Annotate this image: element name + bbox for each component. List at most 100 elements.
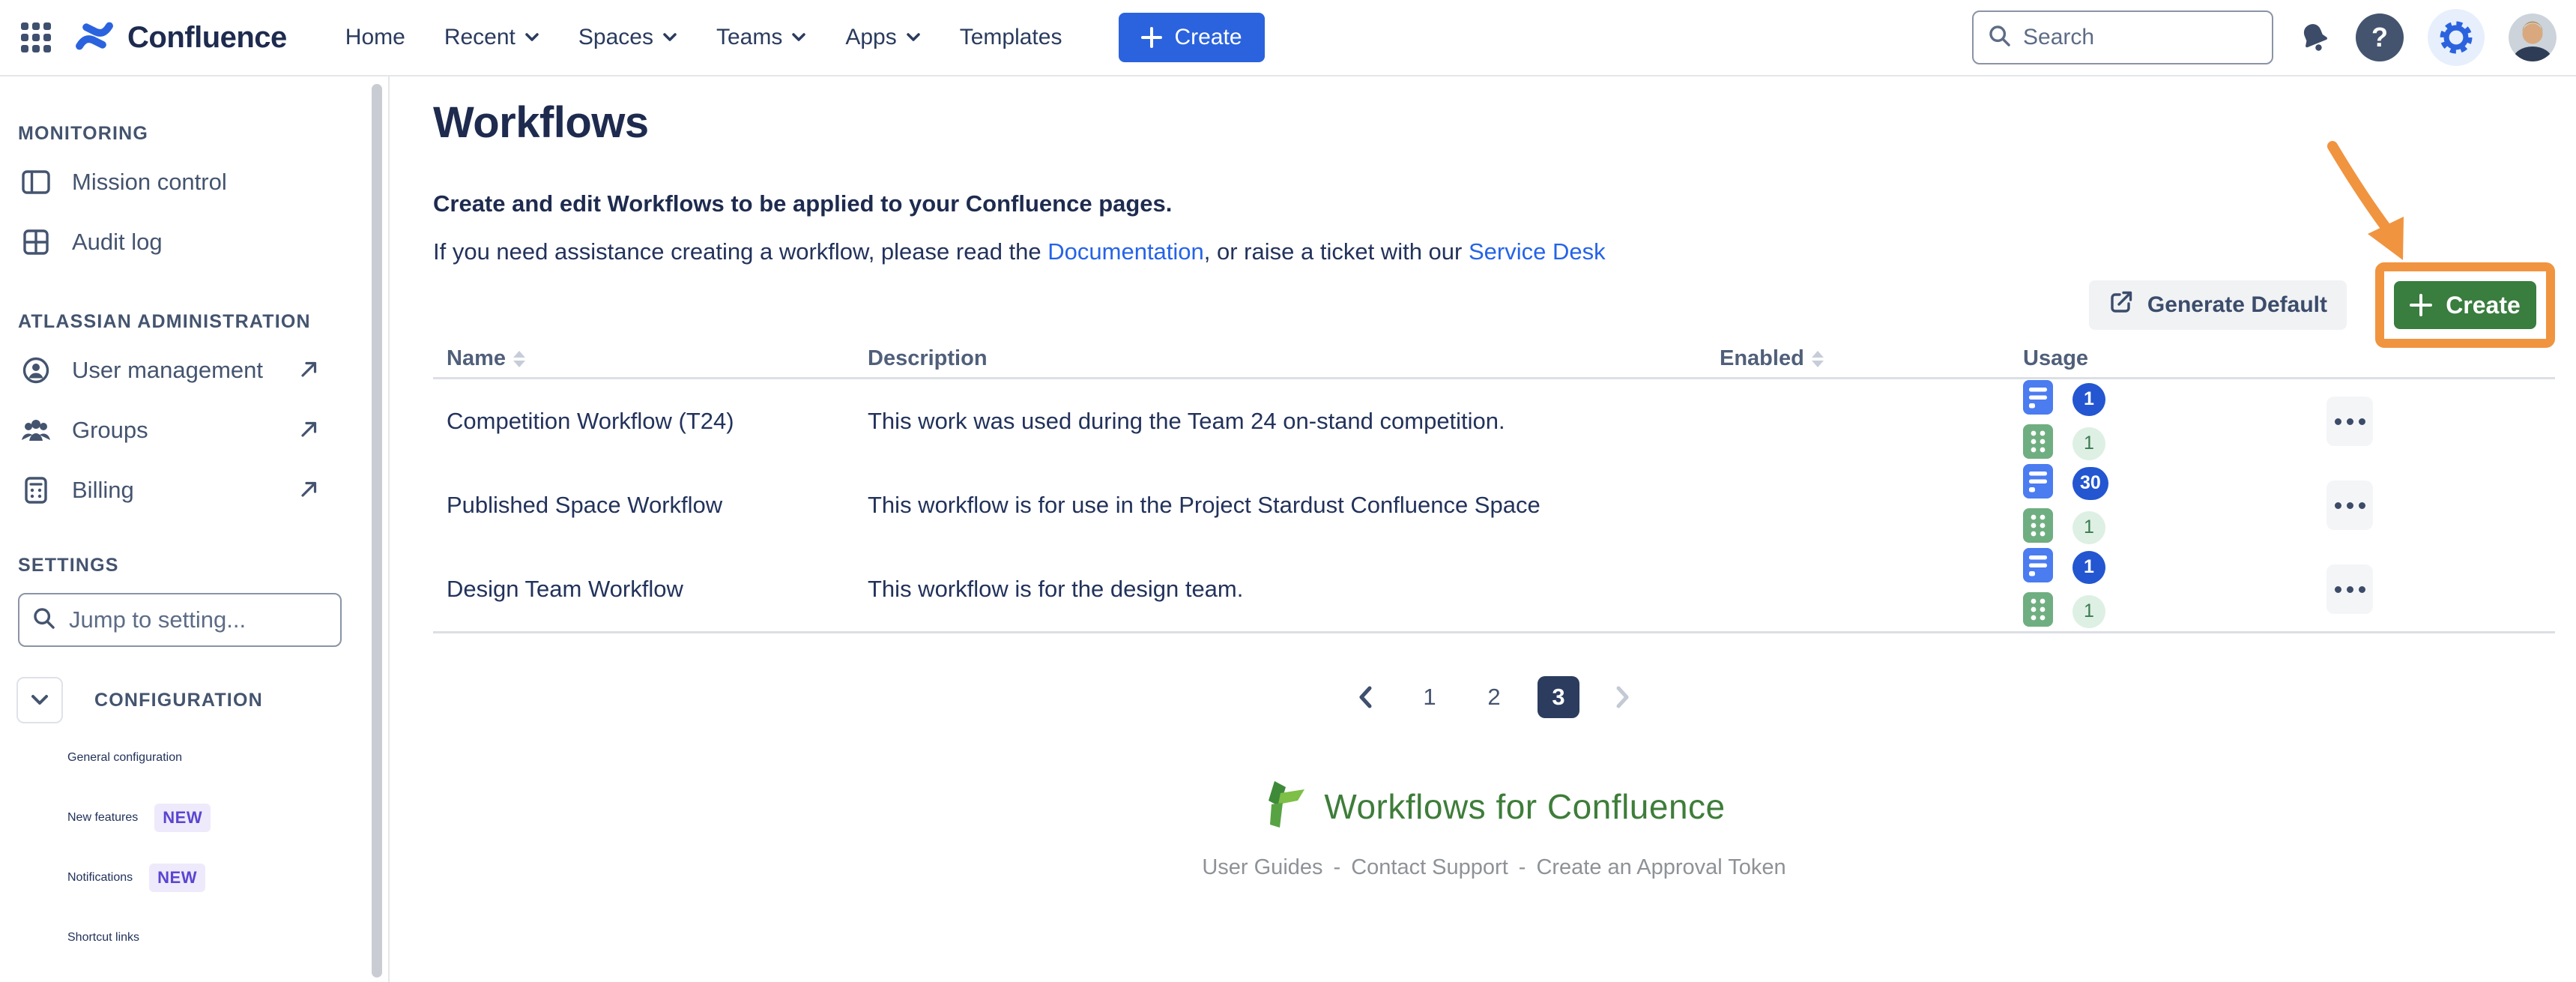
page-subtitle: Create and edit Workflows to be applied … (433, 190, 1172, 217)
annotation-highlight-box: Create (2375, 262, 2555, 348)
workflow-description: This workflow is for the design team. (868, 576, 1720, 603)
new-badge: NEW (154, 804, 211, 832)
workflows-table: Name Description Enabled Usage Competiti… (433, 340, 2555, 633)
confluence-admin-screen: Confluence Home Recent Spaces Teams (0, 0, 2576, 982)
page-help-text: If you need assistance creating a workfl… (433, 238, 1606, 265)
sidebar-scrollbar[interactable] (372, 84, 382, 978)
plugin-footer: Workflows for Confluence User Guides-Con… (433, 780, 2555, 880)
nav-item-recent[interactable]: Recent (444, 25, 539, 50)
row-actions-menu-button[interactable] (2326, 397, 2373, 446)
sidebar-item-groups[interactable]: Groups (0, 400, 388, 460)
page-1-button[interactable]: 1 (1409, 676, 1451, 718)
sidebar-section-configuration: CONFIGURATION (94, 690, 263, 711)
next-page-icon[interactable] (1602, 676, 1644, 718)
page-2-button[interactable]: 2 (1473, 676, 1515, 718)
column-header-name[interactable]: Name (433, 346, 868, 371)
settings-gear-icon[interactable] (2428, 9, 2485, 66)
table-body: Competition Workflow (T24) This work was… (433, 379, 2555, 633)
nav-create-button[interactable]: Create (1119, 13, 1264, 62)
create-approval-token-link[interactable]: Create an Approval Token (1536, 855, 1786, 879)
nav-right-cluster: ? (1972, 9, 2557, 66)
nav-item-spaces[interactable]: Spaces (578, 25, 677, 50)
nav-item-apps[interactable]: Apps (845, 25, 920, 50)
sort-icon (1812, 351, 1824, 367)
help-icon[interactable]: ? (2356, 13, 2404, 61)
page-3-button-current[interactable]: 3 (1538, 676, 1579, 718)
search-icon (31, 606, 57, 635)
nav-item-templates[interactable]: Templates (960, 25, 1062, 50)
sidebar-section-monitoring: MONITORING (18, 123, 388, 145)
spaces-icon (2023, 424, 2053, 463)
contact-support-link[interactable]: Contact Support (1351, 855, 1508, 879)
row-actions-menu-button[interactable] (2326, 481, 2373, 530)
sidebar-item-user-management[interactable]: User management (0, 340, 388, 400)
chevron-down-icon (662, 32, 677, 43)
page-title: Workflows (433, 97, 649, 148)
column-header-description: Description (868, 346, 1720, 371)
column-header-usage: Usage (2023, 346, 2315, 371)
confluence-logo-icon (73, 16, 115, 59)
usage-cell: 30 1 (2023, 464, 2315, 546)
row-actions-menu-button[interactable] (2326, 564, 2373, 614)
space-usage-badge: 1 (2072, 595, 2105, 628)
sidebar-section-admin: ATLASSIAN ADMINISTRATION (18, 311, 388, 333)
user-guides-link[interactable]: User Guides (1202, 855, 1322, 879)
app-name: Confluence (127, 21, 287, 55)
export-icon (2108, 289, 2134, 321)
table-row: Design Team Workflow This workflow is fo… (433, 547, 2555, 631)
mission-control-icon (19, 169, 52, 195)
spaces-icon (2023, 592, 2053, 630)
column-header-enabled[interactable]: Enabled (1720, 346, 2023, 371)
pages-icon (2023, 380, 2053, 418)
footer-brand-title: Workflows for Confluence (1324, 786, 1725, 827)
app-switcher-icon[interactable] (21, 22, 51, 52)
sidebar-item-shortcut-links[interactable]: Shortcut links (0, 908, 388, 968)
workflow-name: Competition Workflow (T24) (433, 408, 868, 435)
configuration-section-header: CONFIGURATION (16, 677, 388, 723)
confluence-home-link[interactable]: Confluence (73, 16, 287, 59)
jump-to-setting-input[interactable] (69, 606, 328, 633)
sidebar-item-billing[interactable]: Billing (0, 460, 388, 520)
new-badge: NEW (149, 864, 205, 892)
sidebar-item-mission-control[interactable]: Mission control (0, 152, 388, 212)
table-row: Competition Workflow (T24) This work was… (433, 379, 2555, 463)
chevron-down-icon (906, 32, 921, 43)
external-link-icon (300, 359, 319, 382)
create-workflow-button[interactable]: Create (2394, 281, 2536, 329)
chevron-down-icon (791, 32, 806, 43)
sidebar-item-general-configuration[interactable]: General configuration (0, 728, 388, 788)
user-avatar[interactable] (2509, 13, 2557, 61)
plus-icon (2410, 294, 2432, 316)
collapse-configuration-button[interactable] (16, 677, 63, 723)
generate-default-button[interactable]: Generate Default (2089, 280, 2347, 330)
annotation-arrow (2309, 121, 2444, 271)
admin-sidebar: MONITORING Mission control Audit log ATL… (0, 76, 390, 982)
workflow-description: This workflow is for use in the Project … (868, 492, 1720, 519)
sidebar-item-audit-log[interactable]: Audit log (0, 212, 388, 272)
plus-icon (1141, 27, 1162, 48)
top-navigation: Confluence Home Recent Spaces Teams (0, 0, 2576, 76)
sidebar-item-new-features[interactable]: New features NEW (0, 788, 388, 848)
page-usage-badge: 30 (2072, 467, 2108, 500)
service-desk-link[interactable]: Service Desk (1469, 238, 1606, 265)
billing-icon (19, 476, 52, 504)
chevron-down-icon (524, 32, 539, 43)
pages-icon (2023, 464, 2053, 502)
previous-page-icon[interactable] (1344, 676, 1386, 718)
usage-cell: 1 1 (2023, 548, 2315, 630)
search-icon (1987, 23, 2013, 52)
workflow-description: This work was used during the Team 24 on… (868, 408, 1720, 435)
external-link-icon (300, 479, 319, 502)
external-link-icon (300, 419, 319, 442)
sort-icon (513, 351, 525, 367)
footer-links: User Guides-Contact Support-Create an Ap… (433, 855, 2555, 880)
table-header-row: Name Description Enabled Usage (433, 340, 2555, 379)
nav-item-teams[interactable]: Teams (716, 25, 806, 50)
page-usage-badge: 1 (2072, 383, 2105, 416)
sidebar-section-settings: SETTINGS (18, 555, 388, 576)
sidebar-item-notifications[interactable]: Notifications NEW (0, 848, 388, 908)
nav-item-home[interactable]: Home (345, 25, 405, 50)
notifications-bell-icon[interactable] (2297, 20, 2332, 55)
search-input[interactable] (2023, 25, 2258, 50)
documentation-link[interactable]: Documentation (1047, 238, 1204, 265)
